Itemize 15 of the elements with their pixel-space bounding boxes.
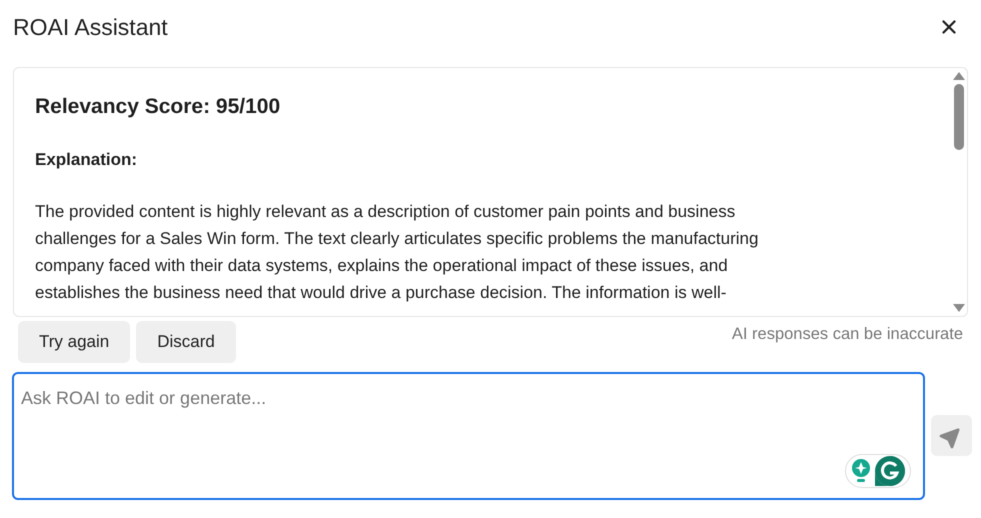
- writing-assistant-badge[interactable]: [845, 454, 912, 488]
- scroll-up-icon[interactable]: [953, 72, 965, 80]
- disclaimer-text: AI responses can be inaccurate: [732, 324, 963, 345]
- explanation-heading: Explanation:: [35, 149, 138, 171]
- lightbulb-icon: [851, 458, 872, 484]
- scrollbar-thumb[interactable]: [954, 84, 964, 150]
- explanation-text: The provided content is highly relevant as a description of customer pain points and business challenges for a Sales Win form. The text clearly articulates specific problems the manufacturing company faced with their data systems, explains the operational impact of these issues, and establishes the business need that would drive a purchase decision. The information is well-: [35, 201, 758, 304]
- grammar-logo-icon: [875, 456, 906, 486]
- prompt-field[interactable]: Ask ROAI to edit or generate...: [12, 372, 926, 500]
- scroll-down-icon[interactable]: [953, 304, 965, 312]
- window-title: ROAI Assistant: [13, 12, 168, 42]
- action-button[interactable]: Try again: [18, 321, 130, 363]
- score-heading: Relevancy Score: 95/100: [35, 94, 280, 120]
- action-button[interactable]: Discard: [136, 321, 236, 363]
- send-button[interactable]: [931, 415, 972, 456]
